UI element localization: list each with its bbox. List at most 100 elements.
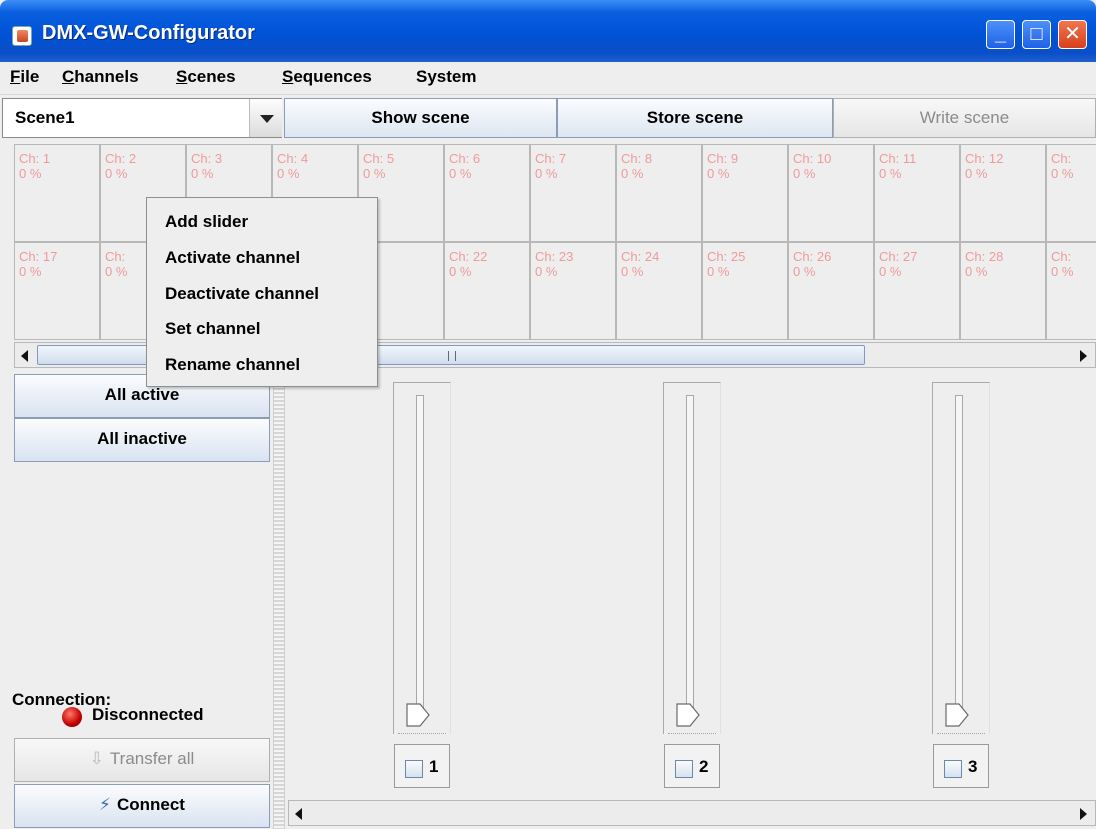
maximize-icon: □ bbox=[1030, 23, 1043, 45]
scroll-left-icon[interactable] bbox=[289, 802, 309, 824]
scroll-left-icon[interactable] bbox=[15, 344, 35, 366]
scroll-right-icon[interactable] bbox=[1073, 802, 1093, 824]
slider-knob-icon[interactable] bbox=[945, 703, 969, 727]
channel-cell[interactable]: Ch: 60 % bbox=[444, 144, 530, 242]
channel-cell[interactable]: Ch: 27 0 % bbox=[874, 242, 960, 340]
channel-label: Ch: 70 % bbox=[535, 151, 566, 181]
slider-track bbox=[955, 395, 963, 717]
menu-item-set-channel[interactable]: Set channel bbox=[165, 319, 260, 339]
menu-item-add-slider[interactable]: Add slider bbox=[165, 212, 248, 232]
slider-2-toggle[interactable]: 2 bbox=[664, 744, 720, 788]
close-button[interactable]: ✕ bbox=[1058, 20, 1087, 49]
channel-cell[interactable]: Ch: 10 0 % bbox=[788, 144, 874, 242]
channel-cell[interactable]: Ch: 25 0 % bbox=[702, 242, 788, 340]
channel-name: Ch: 2 bbox=[105, 151, 137, 166]
channel-context-menu: Add slider Activate channel Deactivate c… bbox=[146, 197, 378, 387]
channel-value: 0 % bbox=[19, 264, 42, 279]
channel-value: 0 % bbox=[105, 166, 128, 181]
java-app-icon[interactable] bbox=[12, 26, 32, 46]
channel-value: 0 % bbox=[793, 264, 816, 279]
menu-item-rename-channel[interactable]: Rename channel bbox=[165, 355, 300, 375]
scroll-right-icon[interactable] bbox=[1073, 344, 1093, 366]
channel-label: Ch: 0 % bbox=[1051, 151, 1073, 181]
channel-cell[interactable]: Ch: 12 0 % bbox=[960, 144, 1046, 242]
channel-cell[interactable]: Ch: 0 % bbox=[1046, 242, 1096, 340]
slider-2[interactable] bbox=[663, 382, 721, 734]
connect-button[interactable]: ⚡ Connect bbox=[14, 784, 270, 828]
menu-file[interactable]: File bbox=[10, 67, 39, 87]
channel-cell[interactable]: Ch: 23 0 % bbox=[530, 242, 616, 340]
channel-cell[interactable]: Ch: 10 % bbox=[14, 144, 100, 242]
channel-value: 0 % bbox=[879, 166, 902, 181]
channel-name: Ch: 6 bbox=[449, 151, 481, 166]
transfer-all-button: ⇩ Transfer all bbox=[14, 738, 270, 782]
channel-value: 0 % bbox=[535, 264, 558, 279]
slider-knob-icon[interactable] bbox=[406, 703, 430, 727]
menu-channels[interactable]: Channels bbox=[62, 67, 139, 87]
chevron-down-icon[interactable] bbox=[249, 99, 282, 137]
channel-name: Ch: 3 bbox=[191, 151, 223, 166]
plug-icon: ⚡ bbox=[99, 795, 111, 814]
checkbox[interactable] bbox=[675, 760, 693, 778]
scene-select-value: Scene1 bbox=[15, 108, 75, 127]
show-scene-button[interactable]: Show scene bbox=[284, 98, 557, 138]
slider-ticks bbox=[398, 733, 446, 734]
slider-3-toggle[interactable]: 3 bbox=[933, 744, 989, 788]
write-scene-button: Write scene bbox=[833, 98, 1096, 138]
channel-cell[interactable]: Ch: 24 0 % bbox=[616, 242, 702, 340]
scene-select[interactable]: Scene1 bbox=[2, 98, 282, 138]
checkbox[interactable] bbox=[944, 760, 962, 778]
channel-name: Ch: 11 bbox=[879, 151, 917, 166]
channel-value: 0 % bbox=[449, 166, 472, 181]
channel-name: Ch: 17 bbox=[19, 249, 58, 264]
window-title: DMX-GW-Configurator bbox=[42, 22, 255, 44]
channel-label: Ch: 17 0 % bbox=[19, 249, 57, 279]
channel-name: Ch: 26 bbox=[793, 249, 832, 264]
channel-value: 0 % bbox=[621, 264, 644, 279]
channel-name: Ch: 7 bbox=[535, 151, 567, 166]
slider-3[interactable] bbox=[932, 382, 990, 734]
channel-value: 0 % bbox=[1051, 166, 1074, 181]
channel-cell[interactable]: Ch: 28 0 % bbox=[960, 242, 1046, 340]
all-inactive-button[interactable]: All inactive bbox=[14, 418, 270, 462]
slider-ticks bbox=[668, 733, 716, 734]
channel-cell[interactable]: Ch: 11 0 % bbox=[874, 144, 960, 242]
channel-label: Ch: 26 0 % bbox=[793, 249, 831, 279]
channel-cell[interactable]: Ch: 70 % bbox=[530, 144, 616, 242]
channel-value: 0 % bbox=[535, 166, 558, 181]
slider-1[interactable] bbox=[393, 382, 451, 734]
channel-cell[interactable]: Ch: 0 % bbox=[1046, 144, 1096, 242]
minimize-button[interactable]: _ bbox=[986, 20, 1015, 49]
menu-item-deactivate-channel[interactable]: Deactivate channel bbox=[165, 284, 319, 304]
slider-number: 2 bbox=[699, 757, 709, 776]
channel-value: 0 % bbox=[449, 264, 472, 279]
panel-splitter[interactable] bbox=[273, 380, 285, 829]
channel-cell[interactable]: Ch: 22 0 % bbox=[444, 242, 530, 340]
channel-name: Ch: 25 bbox=[707, 249, 746, 264]
channel-cell[interactable]: Ch: 80 % bbox=[616, 144, 702, 242]
channel-name: Ch: 27 bbox=[879, 249, 918, 264]
slider-track bbox=[416, 395, 424, 717]
menu-sequences[interactable]: Sequences bbox=[282, 67, 372, 87]
channel-value: 0 % bbox=[191, 166, 214, 181]
slider-panel-scrollbar[interactable] bbox=[288, 800, 1096, 826]
slider-number: 3 bbox=[968, 757, 978, 776]
channel-label: Ch: 11 0 % bbox=[879, 151, 916, 181]
channel-cell[interactable]: Ch: 17 0 % bbox=[14, 242, 100, 340]
menu-item-activate-channel[interactable]: Activate channel bbox=[165, 248, 300, 268]
checkbox[interactable] bbox=[405, 760, 423, 778]
channel-cell[interactable]: Ch: 90 % bbox=[702, 144, 788, 242]
channel-label: Ch: 50 % bbox=[363, 151, 394, 181]
arrow-down-icon: ⇩ bbox=[89, 749, 104, 768]
menu-scenes[interactable]: Scenes bbox=[176, 67, 236, 87]
maximize-button[interactable]: □ bbox=[1022, 20, 1051, 49]
slider-knob-icon[interactable] bbox=[676, 703, 700, 727]
channel-label: Ch: 30 % bbox=[191, 151, 222, 181]
menu-system[interactable]: System bbox=[416, 67, 476, 87]
channel-label: Ch: 90 % bbox=[707, 151, 738, 181]
store-scene-button[interactable]: Store scene bbox=[557, 98, 833, 138]
channel-label: Ch: 24 0 % bbox=[621, 249, 659, 279]
channel-cell[interactable]: Ch: 26 0 % bbox=[788, 242, 874, 340]
channel-name: Ch: 8 bbox=[621, 151, 653, 166]
slider-1-toggle[interactable]: 1 bbox=[394, 744, 450, 788]
